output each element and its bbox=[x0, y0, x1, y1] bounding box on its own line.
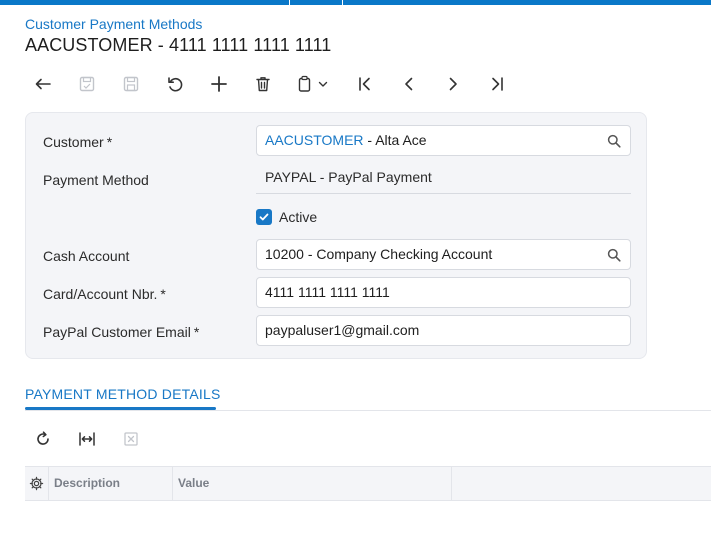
page-title: AACUSTOMER - 4111 1111 1111 1111 bbox=[25, 35, 332, 55]
next-record-icon bbox=[449, 77, 457, 91]
search-icon[interactable] bbox=[607, 134, 621, 148]
last-record-icon bbox=[492, 77, 503, 91]
customer-name: - Alta Ace bbox=[363, 132, 427, 148]
fit-columns-button[interactable] bbox=[69, 425, 105, 453]
save-close-button[interactable] bbox=[69, 68, 105, 100]
cash-account-label: Cash Account bbox=[43, 248, 130, 264]
gear-icon bbox=[29, 476, 44, 491]
column-header-description[interactable]: Description bbox=[49, 467, 173, 500]
save-icon bbox=[123, 76, 139, 92]
customer-label: Customer * bbox=[43, 134, 112, 150]
main-toolbar bbox=[25, 68, 525, 100]
column-header-value[interactable]: Value bbox=[173, 467, 452, 500]
top-bar-separator bbox=[342, 0, 343, 5]
customer-label-text: Customer bbox=[43, 134, 104, 150]
summary-form-panel: Customer * AACUSTOMER - Alta Ace Payment … bbox=[25, 112, 647, 359]
breadcrumb[interactable]: Customer Payment Methods bbox=[25, 16, 202, 32]
grid-header: Description Value bbox=[25, 466, 711, 501]
cancel-revert-icon bbox=[168, 77, 183, 92]
save-close-icon bbox=[79, 76, 95, 92]
customer-id-link[interactable]: AACUSTOMER bbox=[265, 132, 364, 148]
copy-paste-icon bbox=[298, 75, 311, 92]
first-record-button[interactable] bbox=[347, 68, 383, 100]
customer-field[interactable]: AACUSTOMER - Alta Ace bbox=[256, 125, 631, 156]
top-bar-separator bbox=[289, 0, 290, 5]
payment-method-label: Payment Method bbox=[43, 172, 149, 188]
delete-icon bbox=[256, 77, 270, 92]
export-excel-button[interactable] bbox=[113, 425, 149, 453]
previous-record-icon bbox=[405, 77, 413, 91]
active-label[interactable]: Active bbox=[279, 209, 317, 225]
required-mark: * bbox=[193, 324, 200, 340]
save-button[interactable] bbox=[113, 68, 149, 100]
paypal-email-label: PayPal Customer Email * bbox=[43, 324, 199, 340]
fit-columns-icon bbox=[79, 432, 95, 446]
back-button[interactable] bbox=[25, 68, 61, 100]
required-mark: * bbox=[106, 134, 113, 150]
search-icon[interactable] bbox=[607, 248, 621, 262]
clipboard-dropdown-button[interactable] bbox=[289, 68, 337, 100]
first-record-icon bbox=[359, 77, 370, 91]
add-icon bbox=[211, 76, 227, 92]
delete-button[interactable] bbox=[245, 68, 281, 100]
active-checkbox[interactable] bbox=[256, 209, 272, 225]
refresh-icon bbox=[37, 431, 49, 445]
card-account-nbr-label-text: Card/Account Nbr. bbox=[43, 286, 158, 302]
card-account-nbr-field[interactable]: 4111 1111 1111 1111 bbox=[256, 277, 631, 308]
paypal-email-label-text: PayPal Customer Email bbox=[43, 324, 191, 340]
cash-account-field[interactable]: 10200 - Company Checking Account bbox=[256, 239, 631, 270]
grid-toolbar bbox=[25, 425, 225, 453]
paypal-email-field[interactable]: paypaluser1@gmail.com bbox=[256, 315, 631, 346]
last-record-button[interactable] bbox=[479, 68, 515, 100]
add-button[interactable] bbox=[201, 68, 237, 100]
required-mark: * bbox=[160, 286, 166, 302]
undo-back-arrow-icon bbox=[35, 78, 51, 90]
column-settings-button[interactable] bbox=[25, 467, 49, 500]
cancel-button[interactable] bbox=[157, 68, 193, 100]
chevron-down-icon bbox=[318, 81, 328, 87]
checkmark-icon bbox=[259, 213, 269, 221]
cash-account-value: 10200 - Company Checking Account bbox=[265, 246, 493, 262]
tab-payment-method-details[interactable]: PAYMENT METHOD DETAILS bbox=[25, 386, 221, 402]
card-account-nbr-label: Card/Account Nbr. * bbox=[43, 286, 166, 302]
export-excel-icon bbox=[124, 432, 138, 446]
top-accent-bar bbox=[0, 0, 711, 5]
refresh-button[interactable] bbox=[25, 425, 61, 453]
payment-method-value: PAYPAL - PayPal Payment bbox=[256, 163, 631, 194]
previous-record-button[interactable] bbox=[391, 68, 427, 100]
next-record-button[interactable] bbox=[435, 68, 471, 100]
tab-divider bbox=[25, 410, 711, 411]
